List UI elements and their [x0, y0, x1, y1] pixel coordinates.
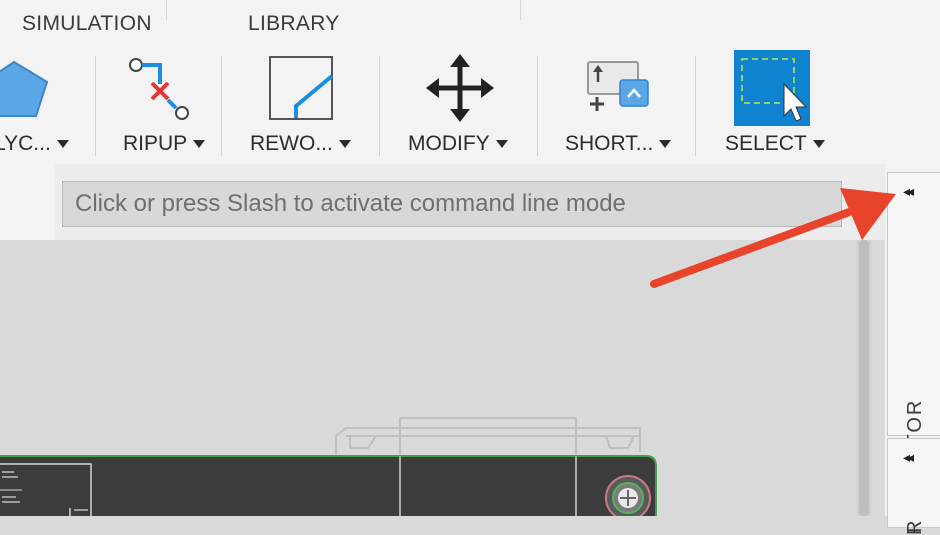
- chevron-down-icon: [338, 140, 351, 148]
- ripup-icon: [129, 58, 189, 120]
- shortcuts-label: SHORT...: [565, 132, 672, 156]
- select-tool-button[interactable]: SELECT: [696, 46, 853, 164]
- move-arrows-icon: [426, 54, 494, 122]
- polygon-icon: [0, 60, 49, 117]
- ripup-label: RIPUP: [123, 132, 206, 156]
- secondary-panel-tab[interactable]: ◂◂ R: [887, 438, 940, 535]
- chevron-down-icon: [659, 140, 672, 148]
- scrollbar-thumb[interactable]: [859, 240, 869, 516]
- modify-label: MODIFY: [408, 132, 508, 156]
- rework-tool-button[interactable]: REWO...: [222, 46, 379, 164]
- secondary-collapse-button[interactable]: ◂◂: [903, 449, 914, 466]
- rework-icon: [269, 56, 334, 120]
- tab-library[interactable]: LIBRARY: [248, 12, 340, 36]
- select-box-icon: [734, 50, 810, 126]
- polygon-tool-button[interactable]: LYC...: [0, 46, 95, 164]
- design-canvas[interactable]: [0, 240, 885, 516]
- chevron-down-icon: [495, 140, 508, 148]
- chevron-down-icon: [56, 140, 69, 148]
- command-line-input[interactable]: [62, 181, 842, 227]
- chevron-down-icon: [812, 140, 825, 148]
- pcb-board-graphic: [0, 417, 657, 516]
- chevron-down-icon: [193, 140, 206, 148]
- rework-label: REWO...: [250, 132, 351, 156]
- tab-simulation[interactable]: SIMULATION: [22, 12, 152, 36]
- polygon-tool-label: LYC...: [0, 132, 69, 156]
- canvas-vertical-scrollbar[interactable]: [857, 240, 871, 516]
- shortcuts-icon: [587, 61, 649, 111]
- shortcuts-tool-button[interactable]: SHORT...: [538, 46, 695, 164]
- ribbon-toolbar: LYC... RIPUP REWO...: [0, 46, 940, 165]
- select-label: SELECT: [725, 132, 825, 156]
- secondary-panel-label: R: [904, 518, 926, 535]
- command-bar-left-gutter: [0, 164, 55, 240]
- tab-divider: [520, 0, 521, 20]
- inspector-panel-tab[interactable]: ◂◂ INSPECTOR: [887, 172, 940, 533]
- ripup-tool-button[interactable]: RIPUP: [96, 46, 221, 164]
- ribbon-tab-bar: SIMULATION LIBRARY: [0, 0, 940, 47]
- modify-tool-button[interactable]: MODIFY: [380, 46, 537, 164]
- inspector-collapse-button[interactable]: ◂◂: [903, 183, 914, 200]
- tab-divider: [166, 0, 167, 20]
